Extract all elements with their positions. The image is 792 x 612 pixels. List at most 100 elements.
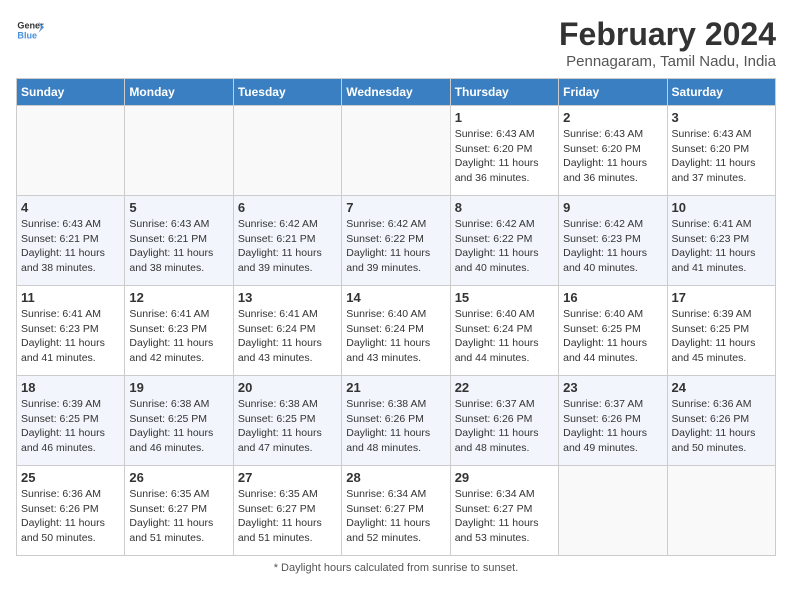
day-number: 24 [672, 380, 771, 395]
day-detail: Sunrise: 6:42 AM Sunset: 6:22 PM Dayligh… [455, 217, 554, 276]
calendar-cell: 17 Sunrise: 6:39 AM Sunset: 6:25 PM Dayli… [667, 286, 775, 376]
calendar-cell: 25 Sunrise: 6:36 AM Sunset: 6:26 PM Dayli… [17, 466, 125, 556]
day-detail: Sunrise: 6:38 AM Sunset: 6:25 PM Dayligh… [238, 397, 337, 456]
day-detail: Sunrise: 6:43 AM Sunset: 6:21 PM Dayligh… [129, 217, 228, 276]
day-number: 8 [455, 200, 554, 215]
location-subtitle: Pennagaram, Tamil Nadu, India [559, 53, 776, 70]
day-detail: Sunrise: 6:38 AM Sunset: 6:25 PM Dayligh… [129, 397, 228, 456]
calendar-cell: 28Sunrise: 6:34 AM Sunset: 6:27 PM Dayli… [342, 466, 450, 556]
calendar-cell: 4Sunrise: 6:43 AM Sunset: 6:21 PM Daylig… [17, 196, 125, 286]
day-detail: Sunrise: 6:41 AM Sunset: 6:23 PM Dayligh… [129, 307, 228, 366]
day-number: 26 [129, 470, 228, 485]
calendar-cell: 20 Sunrise: 6:38 AM Sunset: 6:25 PM Dayli… [233, 376, 341, 466]
calendar-cell: 29 Sunrise: 6:34 AM Sunset: 6:27 PM Dayli… [450, 466, 558, 556]
calendar-day-header: Monday [125, 79, 233, 106]
page-header: General Blue February 2024 Pennagaram, T… [16, 16, 776, 70]
calendar-cell: 18Sunrise: 6:39 AM Sunset: 6:25 PM Dayli… [17, 376, 125, 466]
day-detail: Sunrise: 6:43 AM Sunset: 6:20 PM Dayligh… [455, 127, 554, 186]
footer-text: Daylight hours [281, 562, 351, 574]
day-detail: Sunrise: 6:38 AM Sunset: 6:26 PM Dayligh… [346, 397, 445, 456]
day-detail: Sunrise: 6:41 AM Sunset: 6:24 PM Dayligh… [238, 307, 337, 366]
day-detail: Sunrise: 6:40 AM Sunset: 6:25 PM Dayligh… [563, 307, 662, 366]
calendar-week-row: 4Sunrise: 6:43 AM Sunset: 6:21 PM Daylig… [17, 196, 776, 286]
calendar-cell [17, 106, 125, 196]
day-number: 22 [455, 380, 554, 395]
day-number: 17 [672, 290, 771, 305]
calendar-cell [125, 106, 233, 196]
calendar-week-row: 11 Sunrise: 6:41 AM Sunset: 6:23 PM Dayli… [17, 286, 776, 376]
day-detail: Sunrise: 6:40 AM Sunset: 6:24 PM Dayligh… [455, 307, 554, 366]
svg-text:General: General [17, 21, 44, 31]
calendar-cell: 27 Sunrise: 6:35 AM Sunset: 6:27 PM Dayli… [233, 466, 341, 556]
day-number: 27 [238, 470, 337, 485]
calendar-week-row: 25 Sunrise: 6:36 AM Sunset: 6:26 PM Dayli… [17, 466, 776, 556]
calendar-cell [667, 466, 775, 556]
day-number: 21 [346, 380, 445, 395]
day-number: 14 [346, 290, 445, 305]
calendar-cell: 19 Sunrise: 6:38 AM Sunset: 6:25 PM Dayli… [125, 376, 233, 466]
day-number: 6 [238, 200, 337, 215]
day-number: 2 [563, 110, 662, 125]
day-number: 1 [455, 110, 554, 125]
day-number: 20 [238, 380, 337, 395]
calendar-cell [233, 106, 341, 196]
calendar-cell: 11Sunrise: 6:41 AM Sunset: 6:23 PM Dayli… [17, 286, 125, 376]
day-number: 11 [21, 290, 120, 305]
day-detail: Sunrise: 6:39 AM Sunset: 6:25 PM Dayligh… [672, 307, 771, 366]
day-detail: Sunrise: 6:35 AM Sunset: 6:27 PM Dayligh… [238, 487, 337, 546]
day-number: 5 [129, 200, 228, 215]
day-number: 23 [563, 380, 662, 395]
day-detail: Sunrise: 6:37 AM Sunset: 6:26 PM Dayligh… [455, 397, 554, 456]
calendar-cell: 9Sunrise: 6:42 AM Sunset: 6:23 PM Daylig… [559, 196, 667, 286]
calendar-cell: 1 Sunrise: 6:43 AM Sunset: 6:20 PM Daylig… [450, 106, 558, 196]
calendar-body: 1 Sunrise: 6:43 AM Sunset: 6:20 PM Daylig… [17, 106, 776, 556]
calendar-cell [342, 106, 450, 196]
day-number: 3 [672, 110, 771, 125]
calendar-cell: 5 Sunrise: 6:43 AM Sunset: 6:21 PM Daylig… [125, 196, 233, 286]
calendar-day-header: Wednesday [342, 79, 450, 106]
calendar-day-header: Tuesday [233, 79, 341, 106]
calendar-cell: 12 Sunrise: 6:41 AM Sunset: 6:23 PM Dayli… [125, 286, 233, 376]
calendar-day-header: Sunday [17, 79, 125, 106]
day-detail: Sunrise: 6:34 AM Sunset: 6:27 PM Dayligh… [455, 487, 554, 546]
day-detail: Sunrise: 6:42 AM Sunset: 6:21 PM Dayligh… [238, 217, 337, 276]
day-detail: Sunrise: 6:42 AM Sunset: 6:23 PM Dayligh… [563, 217, 662, 276]
day-detail: Sunrise: 6:40 AM Sunset: 6:24 PM Dayligh… [346, 307, 445, 366]
calendar-cell: 14 Sunrise: 6:40 AM Sunset: 6:24 PM Dayli… [342, 286, 450, 376]
day-number: 10 [672, 200, 771, 215]
calendar-cell: 24Sunrise: 6:36 AM Sunset: 6:26 PM Dayli… [667, 376, 775, 466]
calendar-cell: 10Sunrise: 6:41 AM Sunset: 6:23 PM Dayli… [667, 196, 775, 286]
calendar-cell: 26Sunrise: 6:35 AM Sunset: 6:27 PM Dayli… [125, 466, 233, 556]
day-number: 13 [238, 290, 337, 305]
day-detail: Sunrise: 6:37 AM Sunset: 6:26 PM Dayligh… [563, 397, 662, 456]
calendar-week-row: 1 Sunrise: 6:43 AM Sunset: 6:20 PM Daylig… [17, 106, 776, 196]
calendar-table: SundayMondayTuesdayWednesdayThursdayFrid… [16, 78, 776, 556]
day-detail: Sunrise: 6:34 AM Sunset: 6:27 PM Dayligh… [346, 487, 445, 546]
calendar-cell: 7 Sunrise: 6:42 AM Sunset: 6:22 PM Daylig… [342, 196, 450, 286]
calendar-cell: 21 Sunrise: 6:38 AM Sunset: 6:26 PM Dayli… [342, 376, 450, 466]
day-number: 16 [563, 290, 662, 305]
logo-icon: General Blue [16, 16, 44, 44]
month-year-title: February 2024 [559, 16, 776, 53]
calendar-cell: 2 Sunrise: 6:43 AM Sunset: 6:20 PM Daylig… [559, 106, 667, 196]
calendar-week-row: 18Sunrise: 6:39 AM Sunset: 6:25 PM Dayli… [17, 376, 776, 466]
calendar-cell: 3 Sunrise: 6:43 AM Sunset: 6:20 PM Daylig… [667, 106, 775, 196]
day-number: 19 [129, 380, 228, 395]
day-number: 7 [346, 200, 445, 215]
calendar-cell: 15Sunrise: 6:40 AM Sunset: 6:24 PM Dayli… [450, 286, 558, 376]
day-detail: Sunrise: 6:43 AM Sunset: 6:20 PM Dayligh… [672, 127, 771, 186]
footer-note: * Daylight hours calculated from sunrise… [16, 562, 776, 574]
day-detail: Sunrise: 6:43 AM Sunset: 6:21 PM Dayligh… [21, 217, 120, 276]
calendar-cell: 23 Sunrise: 6:37 AM Sunset: 6:26 PM Dayli… [559, 376, 667, 466]
title-area: February 2024 Pennagaram, Tamil Nadu, In… [559, 16, 776, 70]
calendar-cell: 6 Sunrise: 6:42 AM Sunset: 6:21 PM Daylig… [233, 196, 341, 286]
day-number: 12 [129, 290, 228, 305]
calendar-cell [559, 466, 667, 556]
day-number: 25 [21, 470, 120, 485]
day-detail: Sunrise: 6:36 AM Sunset: 6:26 PM Dayligh… [21, 487, 120, 546]
calendar-cell: 22 Sunrise: 6:37 AM Sunset: 6:26 PM Dayli… [450, 376, 558, 466]
calendar-cell: 8 Sunrise: 6:42 AM Sunset: 6:22 PM Daylig… [450, 196, 558, 286]
day-detail: Sunrise: 6:42 AM Sunset: 6:22 PM Dayligh… [346, 217, 445, 276]
day-detail: Sunrise: 6:43 AM Sunset: 6:20 PM Dayligh… [563, 127, 662, 186]
day-number: 29 [455, 470, 554, 485]
